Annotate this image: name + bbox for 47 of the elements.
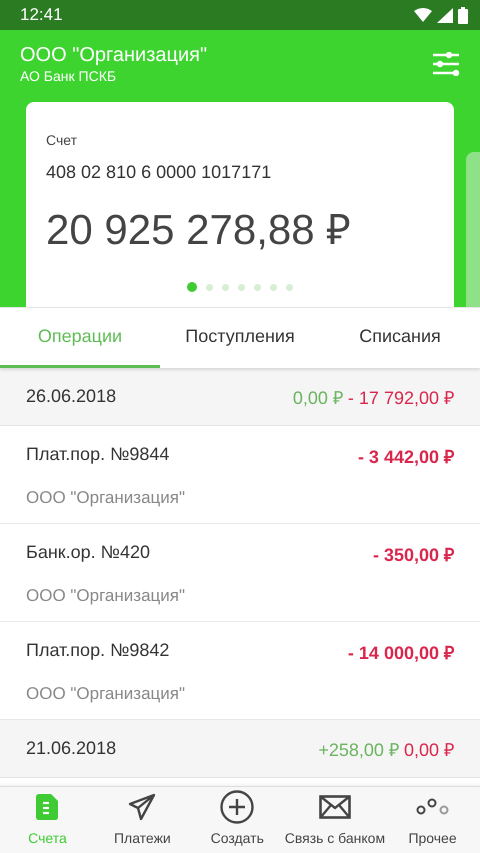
operation-title: Плат.пор. №9842 [26, 640, 170, 662]
operation-title: Банк.ор. №420 [26, 542, 152, 564]
organization-name: ООО "Организация" [20, 43, 208, 67]
counterparty-name: ООО "Организация" [26, 488, 186, 508]
filter-icon[interactable] [432, 52, 460, 76]
nav-item[interactable]: Создать [190, 787, 285, 853]
income-total: 0,00 ₽ [292, 386, 343, 408]
account-label: Счет [46, 132, 78, 148]
outcome-total: - 17 792,00 ₽ [348, 386, 454, 408]
more-icon [416, 798, 450, 816]
outcome-total: 0,00 ₽ [404, 738, 454, 760]
tab[interactable]: Списания [320, 308, 480, 368]
account-balance: 20 925 278,88 ₽ [46, 205, 352, 255]
nav-item[interactable]: Платежи [94, 787, 190, 853]
page-dot[interactable] [206, 284, 213, 290]
page-dot[interactable] [187, 282, 197, 292]
operation-amount: - 14 000,00 ₽ [348, 642, 454, 664]
account-card[interactable]: Счет 408 02 810 6 0000 1017171 20 925 278,88 ₽ [26, 102, 454, 307]
nav-item[interactable]: Прочее [385, 787, 480, 853]
document-icon [36, 794, 58, 820]
page-dot[interactable] [286, 284, 293, 290]
counterparty-name: ООО "Организация" [26, 684, 186, 704]
date-label: 26.06.2018 [26, 386, 116, 407]
operation-amount: - 3 442,00 ₽ [358, 446, 454, 468]
page-dot[interactable] [238, 284, 245, 290]
date-label: 21.06.2018 [26, 738, 116, 759]
envelope-icon [318, 795, 351, 819]
bank-name: АО Банк ПСКБ [20, 67, 118, 85]
operation-row[interactable]: Банк.ор. №420 - 350,00 ₽ ООО "Организация" [0, 524, 480, 622]
next-card[interactable] [466, 152, 480, 307]
wifi-icon [414, 8, 432, 22]
operation-title: Плат.пор. №9844 [26, 444, 170, 466]
signal-icon [437, 8, 453, 22]
income-total: +258,00 ₽ [318, 738, 399, 760]
battery-icon [458, 6, 468, 24]
plus-circle-icon [220, 790, 254, 824]
operation-amount: - 350,00 ₽ [372, 544, 454, 566]
nav-item[interactable]: Связь с банком [284, 787, 386, 853]
page-dot[interactable] [254, 284, 261, 290]
counterparty-name: ООО "Организация" [26, 586, 186, 606]
page-dot[interactable] [270, 284, 277, 290]
tab[interactable]: Поступления [160, 308, 320, 368]
page-dot[interactable] [222, 284, 229, 290]
paper-plane-icon [128, 793, 156, 821]
account-number: 408 02 810 6 0000 1017171 [46, 162, 272, 183]
operation-row[interactable]: Плат.пор. №9844 - 3 442,00 ₽ ООО "Организация" [0, 426, 480, 524]
status-time: 12:41 [20, 5, 63, 25]
